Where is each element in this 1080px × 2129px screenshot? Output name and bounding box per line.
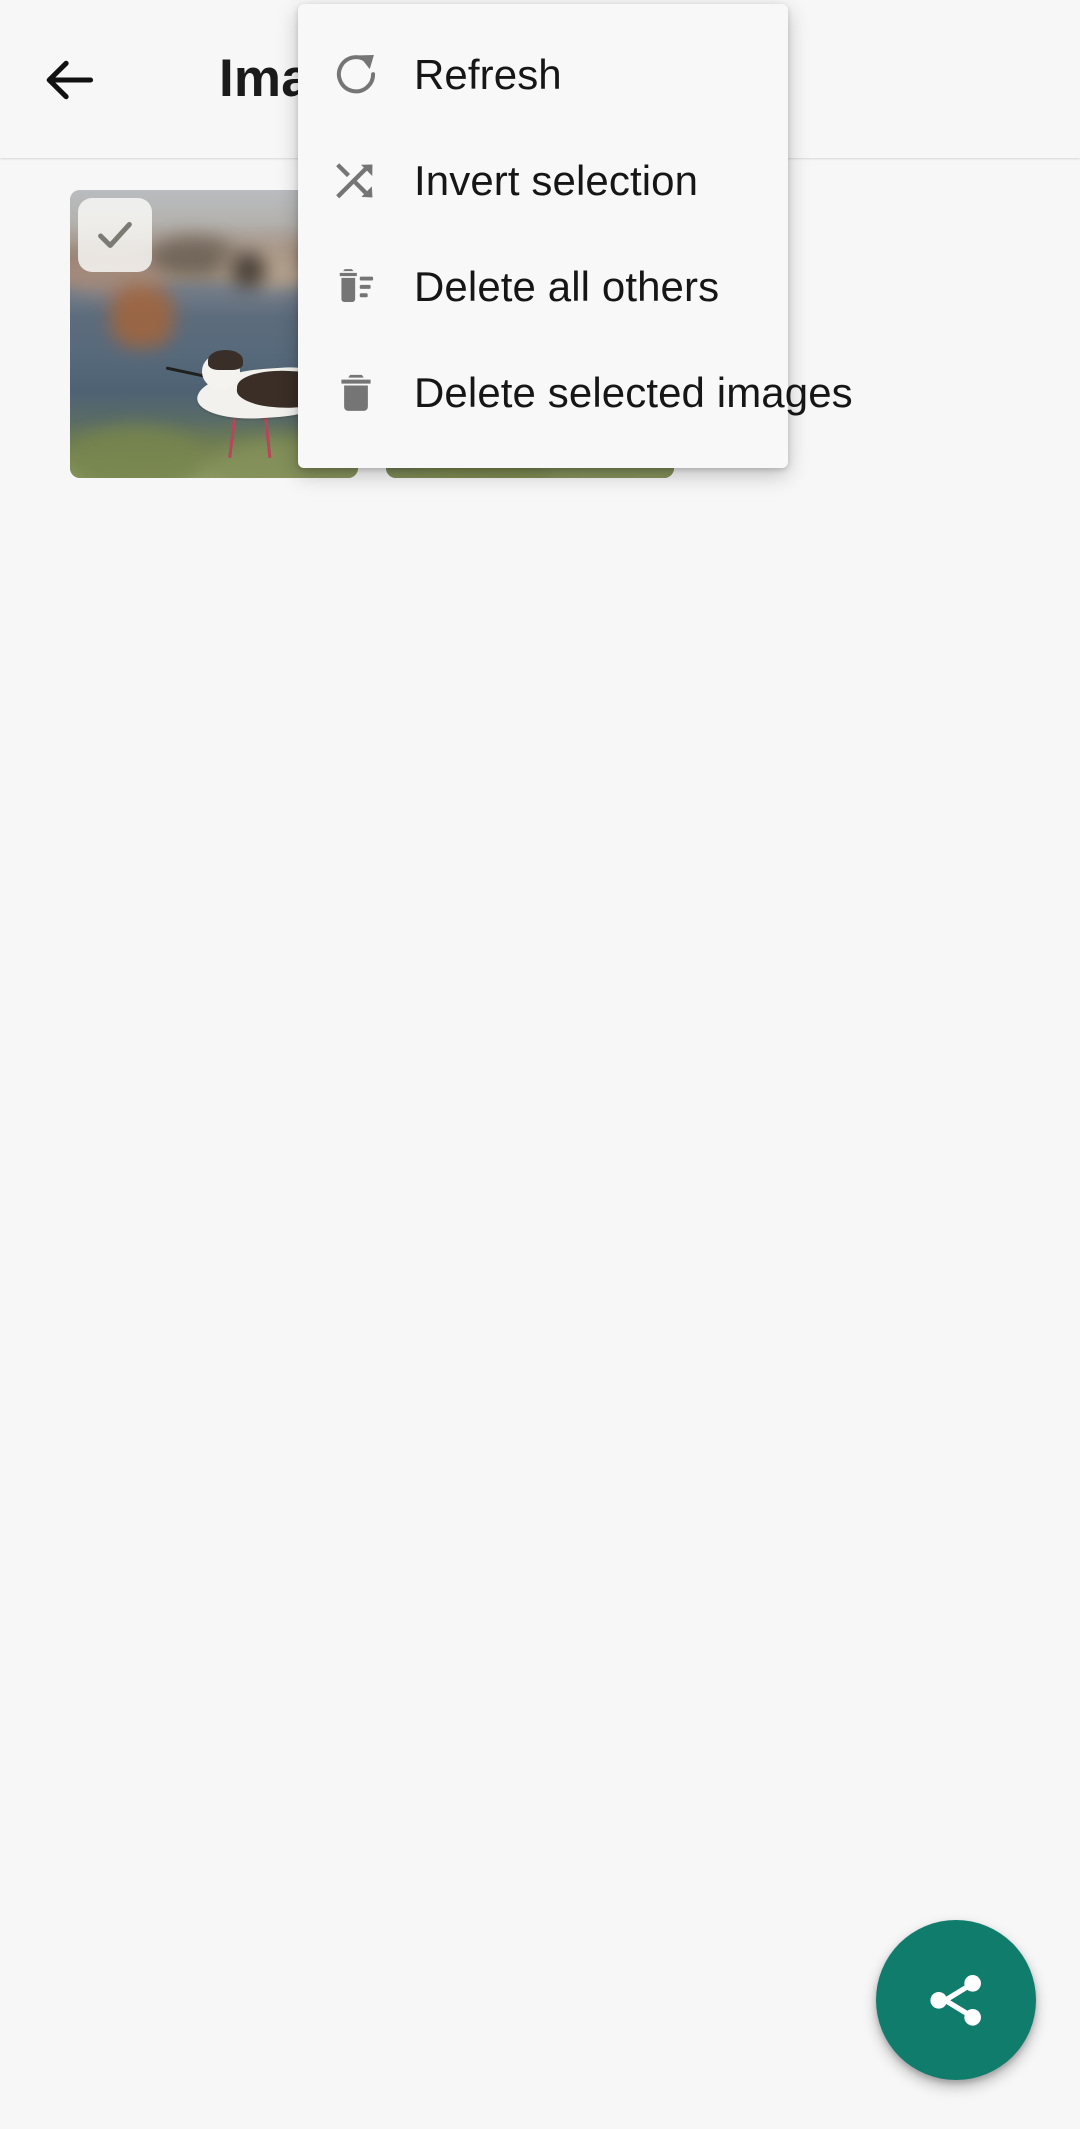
menu-item-label: Refresh	[414, 51, 562, 98]
refresh-icon	[328, 47, 384, 103]
menu-item-label: Delete selected images	[414, 369, 853, 416]
check-icon	[92, 212, 138, 258]
overflow-menu: Refresh Invert selection Delete all othe…	[298, 4, 853, 468]
delete-sweep-icon	[328, 259, 384, 315]
share-fab[interactable]	[876, 1920, 1036, 2080]
menu-item-label: Delete all others	[414, 263, 720, 310]
menu-item-invert-selection[interactable]: Invert selection	[298, 128, 788, 234]
back-arrow-icon	[41, 51, 99, 109]
back-button[interactable]	[22, 32, 118, 128]
menu-item-refresh[interactable]: Refresh	[298, 22, 788, 128]
menu-item-delete-all-others[interactable]: Delete all others	[298, 234, 788, 340]
menu-item-delete-selected-images[interactable]: Delete selected images	[298, 340, 853, 446]
share-icon	[919, 1963, 993, 2037]
shuffle-icon	[328, 153, 384, 209]
selection-check-badge[interactable]	[78, 198, 152, 272]
menu-item-label: Invert selection	[414, 157, 699, 204]
bird-cap	[208, 349, 243, 370]
trash-icon	[328, 365, 384, 421]
